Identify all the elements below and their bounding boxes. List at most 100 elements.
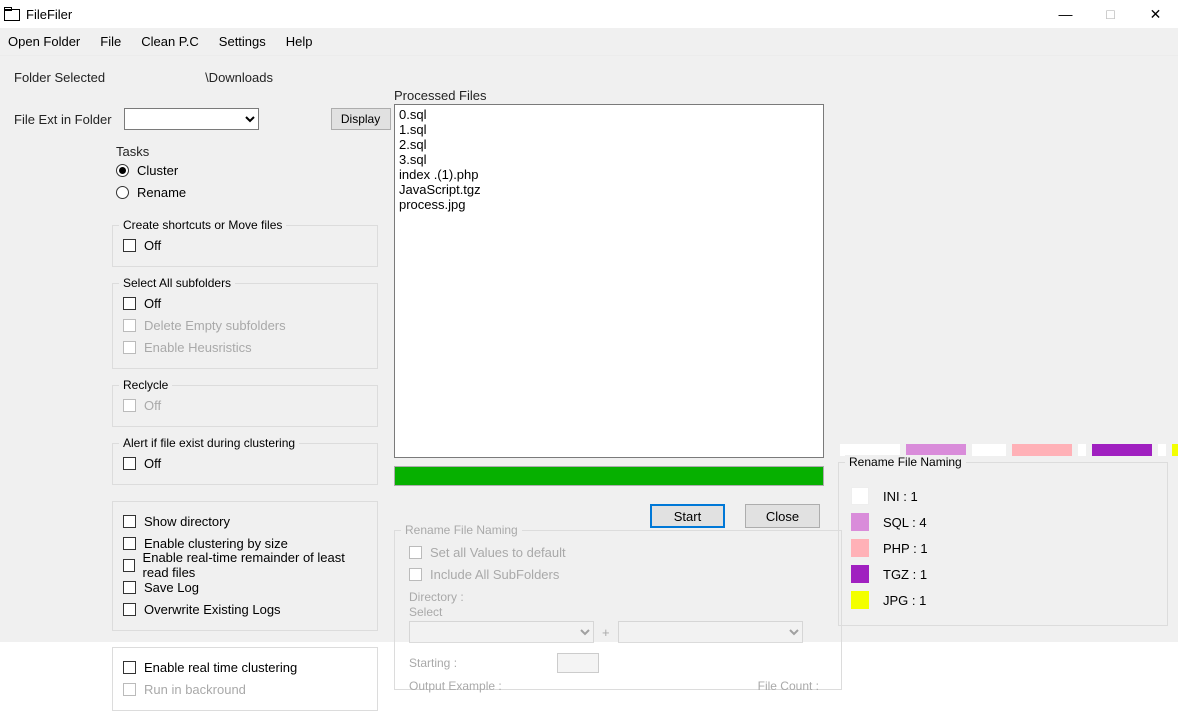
recycle-title: Reclycle <box>119 378 172 392</box>
processed-file-item[interactable]: 1.sql <box>399 122 819 137</box>
heuristics-check <box>123 341 136 354</box>
rename-file-naming-group: Rename File Naming Set all Values to def… <box>394 530 842 690</box>
legend-row: PHP : 1 <box>851 535 1155 561</box>
starting-input <box>557 653 599 673</box>
task-rename-label: Rename <box>137 185 186 200</box>
swatch <box>1078 444 1086 456</box>
rename-title: Rename File Naming <box>401 523 522 537</box>
file-count-label: File Count : <box>758 679 819 693</box>
menu-open-folder[interactable]: Open Folder <box>8 34 80 49</box>
cluster-size-check[interactable] <box>123 537 136 550</box>
menubar: Open Folder File Clean P.C Settings Help <box>0 28 1178 56</box>
cluster-size-label: Enable clustering by size <box>144 536 288 551</box>
directory-label: Directory : <box>409 590 464 604</box>
realtime-remainder-check[interactable] <box>123 559 135 572</box>
menu-clean-pc[interactable]: Clean P.C <box>141 34 199 49</box>
shortcuts-group: Create shortcuts or Move files Off <box>112 225 378 267</box>
alert-title: Alert if file exist during clustering <box>119 436 299 450</box>
show-dir-label: Show directory <box>144 514 230 529</box>
legend-color-box <box>851 565 869 583</box>
legend-group: Rename File Naming INI : 1SQL : 4PHP : 1… <box>838 462 1168 626</box>
legend-label: JPG : 1 <box>883 593 926 608</box>
menu-help[interactable]: Help <box>286 34 313 49</box>
swatch <box>972 444 1006 456</box>
folder-selected-value: \Downloads <box>205 70 273 85</box>
file-ext-combobox[interactable] <box>124 108 259 130</box>
processed-file-item[interactable]: process.jpg <box>399 197 819 212</box>
legend-color-box <box>851 487 869 505</box>
task-cluster-radio[interactable] <box>116 164 129 177</box>
swatch <box>1172 444 1178 456</box>
shortcuts-off-label: Off <box>144 238 161 253</box>
legend-label: TGZ : 1 <box>883 567 927 582</box>
swatch <box>1012 444 1072 456</box>
swatch <box>1092 444 1152 456</box>
save-log-check[interactable] <box>123 581 136 594</box>
legend-row: JPG : 1 <box>851 587 1155 613</box>
heuristics-label: Enable Heusristics <box>144 340 252 355</box>
window-controls: — □ ✕ <box>1043 0 1178 28</box>
subfolders-off-check[interactable] <box>123 297 136 310</box>
legend-label: INI : 1 <box>883 489 918 504</box>
alert-off-check[interactable] <box>123 457 136 470</box>
menu-settings[interactable]: Settings <box>219 34 266 49</box>
subfolders-group: Select All subfolders Off Delete Empty s… <box>112 283 378 369</box>
delete-empty-check <box>123 319 136 332</box>
include-subfolders-check <box>409 568 422 581</box>
shortcuts-off-check[interactable] <box>123 239 136 252</box>
save-log-label: Save Log <box>144 580 199 595</box>
processed-file-item[interactable]: 2.sql <box>399 137 819 152</box>
realtime-remainder-label: Enable real-time remainder of least read… <box>143 550 367 580</box>
overwrite-logs-label: Overwrite Existing Logs <box>144 602 281 617</box>
show-dir-check[interactable] <box>123 515 136 528</box>
app-icon <box>4 7 20 21</box>
set-defaults-check <box>409 546 422 559</box>
tasks-group: Tasks Cluster Rename <box>112 140 378 209</box>
close-window-button[interactable]: ✕ <box>1133 0 1178 28</box>
task-cluster-label: Cluster <box>137 163 178 178</box>
start-button[interactable]: Start <box>650 504 725 528</box>
rename-select-1 <box>409 621 594 643</box>
shortcuts-title: Create shortcuts or Move files <box>119 218 286 232</box>
processed-files-label: Processed Files <box>394 88 486 103</box>
menu-file[interactable]: File <box>100 34 121 49</box>
realtime-background-label: Run in backround <box>144 682 246 697</box>
legend-color-box <box>851 591 869 609</box>
task-rename-radio[interactable] <box>116 186 129 199</box>
display-button[interactable]: Display <box>331 108 391 130</box>
processed-file-item[interactable]: JavaScript.tgz <box>399 182 819 197</box>
processed-file-item[interactable]: 3.sql <box>399 152 819 167</box>
starting-label: Starting : <box>409 656 457 670</box>
recycle-off-label: Off <box>144 398 161 413</box>
rename-select-2 <box>618 621 803 643</box>
alert-off-label: Off <box>144 456 161 471</box>
maximize-button[interactable]: □ <box>1088 0 1133 28</box>
processed-files-listbox[interactable]: 0.sql1.sql2.sql3.sqlindex .(1).phpJavaSc… <box>394 104 824 458</box>
legend-color-box <box>851 513 869 531</box>
overwrite-logs-check[interactable] <box>123 603 136 616</box>
legend-row: TGZ : 1 <box>851 561 1155 587</box>
realtime-background-check <box>123 683 136 696</box>
titlebar: FileFiler — □ ✕ <box>0 0 1178 28</box>
plus-label: + <box>602 625 610 640</box>
app-title: FileFiler <box>26 7 72 22</box>
options-group: Show directory Enable clustering by size… <box>112 501 378 631</box>
processed-file-item[interactable]: index .(1).php <box>399 167 819 182</box>
minimize-button[interactable]: — <box>1043 0 1088 28</box>
set-defaults-label: Set all Values to default <box>430 545 566 560</box>
realtime-group: Enable real time clustering Run in backr… <box>112 647 378 711</box>
tasks-title: Tasks <box>116 144 149 159</box>
realtime-enable-check[interactable] <box>123 661 136 674</box>
select-label: Select <box>409 605 442 619</box>
progress-bar <box>394 466 824 486</box>
legend-label: SQL : 4 <box>883 515 927 530</box>
folder-selected-label: Folder Selected <box>14 70 105 85</box>
include-subfolders-label: Include All SubFolders <box>430 567 559 582</box>
legend-color-box <box>851 539 869 557</box>
output-example-label: Output Example : <box>409 679 502 693</box>
alert-group: Alert if file exist during clustering Of… <box>112 443 378 485</box>
processed-file-item[interactable]: 0.sql <box>399 107 819 122</box>
realtime-enable-label: Enable real time clustering <box>144 660 297 675</box>
close-button[interactable]: Close <box>745 504 820 528</box>
file-ext-label: File Ext in Folder <box>14 112 112 127</box>
